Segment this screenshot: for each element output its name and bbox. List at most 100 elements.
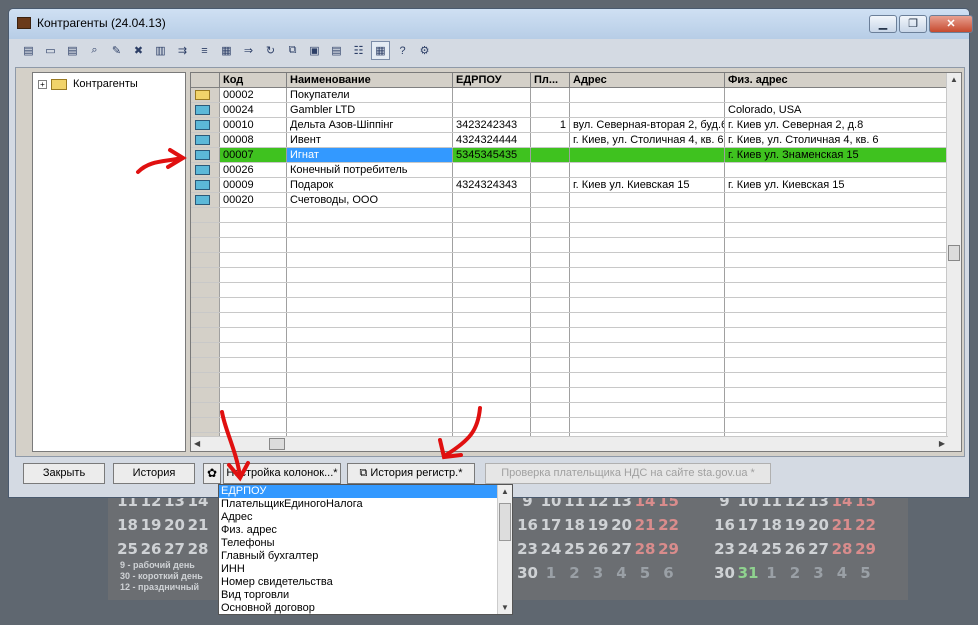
copy-record-icon[interactable]: ▤ xyxy=(63,41,82,60)
cell-code[interactable] xyxy=(220,418,287,432)
cell-name[interactable] xyxy=(287,208,453,222)
header-address[interactable]: Адрес xyxy=(570,73,725,87)
cell-physical-address[interactable] xyxy=(725,163,951,177)
cell-address[interactable] xyxy=(570,103,725,117)
cell-name[interactable]: Счетоводы, ООО xyxy=(287,193,453,207)
cell-code[interactable]: 00002 xyxy=(220,88,287,102)
horizontal-scrollbar[interactable]: ◀ ▶ xyxy=(191,436,948,451)
cell-edrpou[interactable]: 3423242343 xyxy=(453,118,531,132)
cell-address[interactable] xyxy=(570,328,725,342)
table-row[interactable] xyxy=(191,358,951,373)
cell-payer[interactable] xyxy=(531,358,570,372)
dropdown-item[interactable]: ЕДРПОУ xyxy=(219,485,512,498)
header-physical-address[interactable]: Физ. адрес xyxy=(725,73,951,87)
cell-name[interactable]: Дельта Азов-Шіппінг xyxy=(287,118,453,132)
cell-code[interactable]: 00007 xyxy=(220,148,287,162)
columns-dropdown[interactable]: ЕДРПОУ ПлательщикЕдиногоНалога Адрес Физ. а… xyxy=(218,484,513,615)
cell-physical-address[interactable]: г. Киев ул. Знаменская 15 xyxy=(725,148,951,162)
dropdown-item[interactable]: Физ. адрес xyxy=(219,524,512,537)
cell-physical-address[interactable] xyxy=(725,298,951,312)
cell-physical-address[interactable] xyxy=(725,238,951,252)
cell-code[interactable]: 00024 xyxy=(220,103,287,117)
table-row[interactable] xyxy=(191,238,951,253)
counterparties-grid[interactable]: Код Наименование ЕДРПОУ Пл... Адрес Физ.… xyxy=(190,72,962,452)
table-row[interactable] xyxy=(191,298,951,313)
table-row[interactable] xyxy=(191,403,951,418)
cell-code[interactable] xyxy=(220,328,287,342)
cell-code[interactable] xyxy=(220,358,287,372)
cell-physical-address[interactable] xyxy=(725,88,951,102)
history-button[interactable]: История xyxy=(113,463,195,484)
cell-name[interactable] xyxy=(287,313,453,327)
cell-payer[interactable] xyxy=(531,403,570,417)
group-icon[interactable]: ▦ xyxy=(217,41,236,60)
cell-address[interactable] xyxy=(570,313,725,327)
cell-payer[interactable] xyxy=(531,388,570,402)
cell-name[interactable] xyxy=(287,238,453,252)
cell-name[interactable] xyxy=(287,268,453,282)
expand-icon[interactable]: + xyxy=(38,80,47,89)
table-row[interactable] xyxy=(191,268,951,283)
cell-payer[interactable]: 1 xyxy=(531,118,570,132)
register-history-button[interactable]: ⧉ История регистр.* xyxy=(347,463,475,484)
cell-edrpou[interactable] xyxy=(453,343,531,357)
cell-code[interactable]: 00026 xyxy=(220,163,287,177)
cell-name[interactable] xyxy=(287,373,453,387)
table-row[interactable]: 00020 Счетоводы, ООО xyxy=(191,193,951,208)
cell-edrpou[interactable] xyxy=(453,313,531,327)
cell-code[interactable] xyxy=(220,313,287,327)
tree-item-counterparties[interactable]: Контрагенты xyxy=(73,78,138,90)
cell-edrpou[interactable] xyxy=(453,403,531,417)
table-row[interactable] xyxy=(191,418,951,433)
minimize-button[interactable]: ▁ xyxy=(869,15,897,33)
header-code[interactable]: Код xyxy=(220,73,287,87)
hierarchy-icon[interactable]: ☷ xyxy=(349,41,368,60)
sort-icon[interactable]: ≡ xyxy=(195,41,214,60)
cell-code[interactable]: 00008 xyxy=(220,133,287,147)
cell-edrpou[interactable] xyxy=(453,358,531,372)
cell-name[interactable] xyxy=(287,328,453,342)
print-icon[interactable]: ▥ xyxy=(151,41,170,60)
cell-edrpou[interactable] xyxy=(453,268,531,282)
cell-physical-address[interactable] xyxy=(725,193,951,207)
cell-code[interactable] xyxy=(220,388,287,402)
scroll-left-icon[interactable]: ◀ xyxy=(194,439,200,448)
cell-physical-address[interactable] xyxy=(725,358,951,372)
cell-name[interactable] xyxy=(287,343,453,357)
dropdown-item[interactable]: Номер свидетельства xyxy=(219,576,512,589)
cell-address[interactable] xyxy=(570,298,725,312)
cell-physical-address[interactable]: г. Киев ул. Киевская 15 xyxy=(725,178,951,192)
cell-name[interactable]: Игнат xyxy=(287,148,453,162)
close-window-button[interactable]: ✕ xyxy=(929,15,973,33)
cell-physical-address[interactable] xyxy=(725,418,951,432)
cell-edrpou[interactable] xyxy=(453,88,531,102)
vat-check-button[interactable]: Проверка плательщика НДС на сайте sta.go… xyxy=(485,463,771,484)
cell-address[interactable] xyxy=(570,358,725,372)
cell-physical-address[interactable] xyxy=(725,388,951,402)
cell-name[interactable] xyxy=(287,388,453,402)
cell-payer[interactable] xyxy=(531,193,570,207)
cell-code[interactable] xyxy=(220,343,287,357)
cell-edrpou[interactable] xyxy=(453,418,531,432)
cell-physical-address[interactable] xyxy=(725,373,951,387)
cell-code[interactable]: 00020 xyxy=(220,193,287,207)
cell-address[interactable] xyxy=(570,388,725,402)
cell-address[interactable]: г. Киев, ул. Столичная 4, кв. 6 xyxy=(570,133,725,147)
cell-payer[interactable] xyxy=(531,238,570,252)
dropdown-scrollbar[interactable]: ▲ ▼ xyxy=(497,485,512,614)
palette-icon[interactable]: ✿ xyxy=(203,463,221,484)
close-button[interactable]: Закрыть xyxy=(23,463,105,484)
cell-payer[interactable] xyxy=(531,103,570,117)
dropdown-item[interactable]: ИНН xyxy=(219,563,512,576)
table-row[interactable]: 00007 Игнат 5345345435 г. Киев ул. Знаменск… xyxy=(191,148,951,163)
cell-code[interactable] xyxy=(220,403,287,417)
cell-payer[interactable] xyxy=(531,223,570,237)
delete-record-icon[interactable]: ✖ xyxy=(129,41,148,60)
report-icon[interactable]: ▤ xyxy=(327,41,346,60)
cell-physical-address[interactable] xyxy=(725,313,951,327)
cell-payer[interactable] xyxy=(531,418,570,432)
cell-edrpou[interactable] xyxy=(453,373,531,387)
table-row[interactable] xyxy=(191,328,951,343)
header-edrpou[interactable]: ЕДРПОУ xyxy=(453,73,531,87)
cell-address[interactable] xyxy=(570,343,725,357)
